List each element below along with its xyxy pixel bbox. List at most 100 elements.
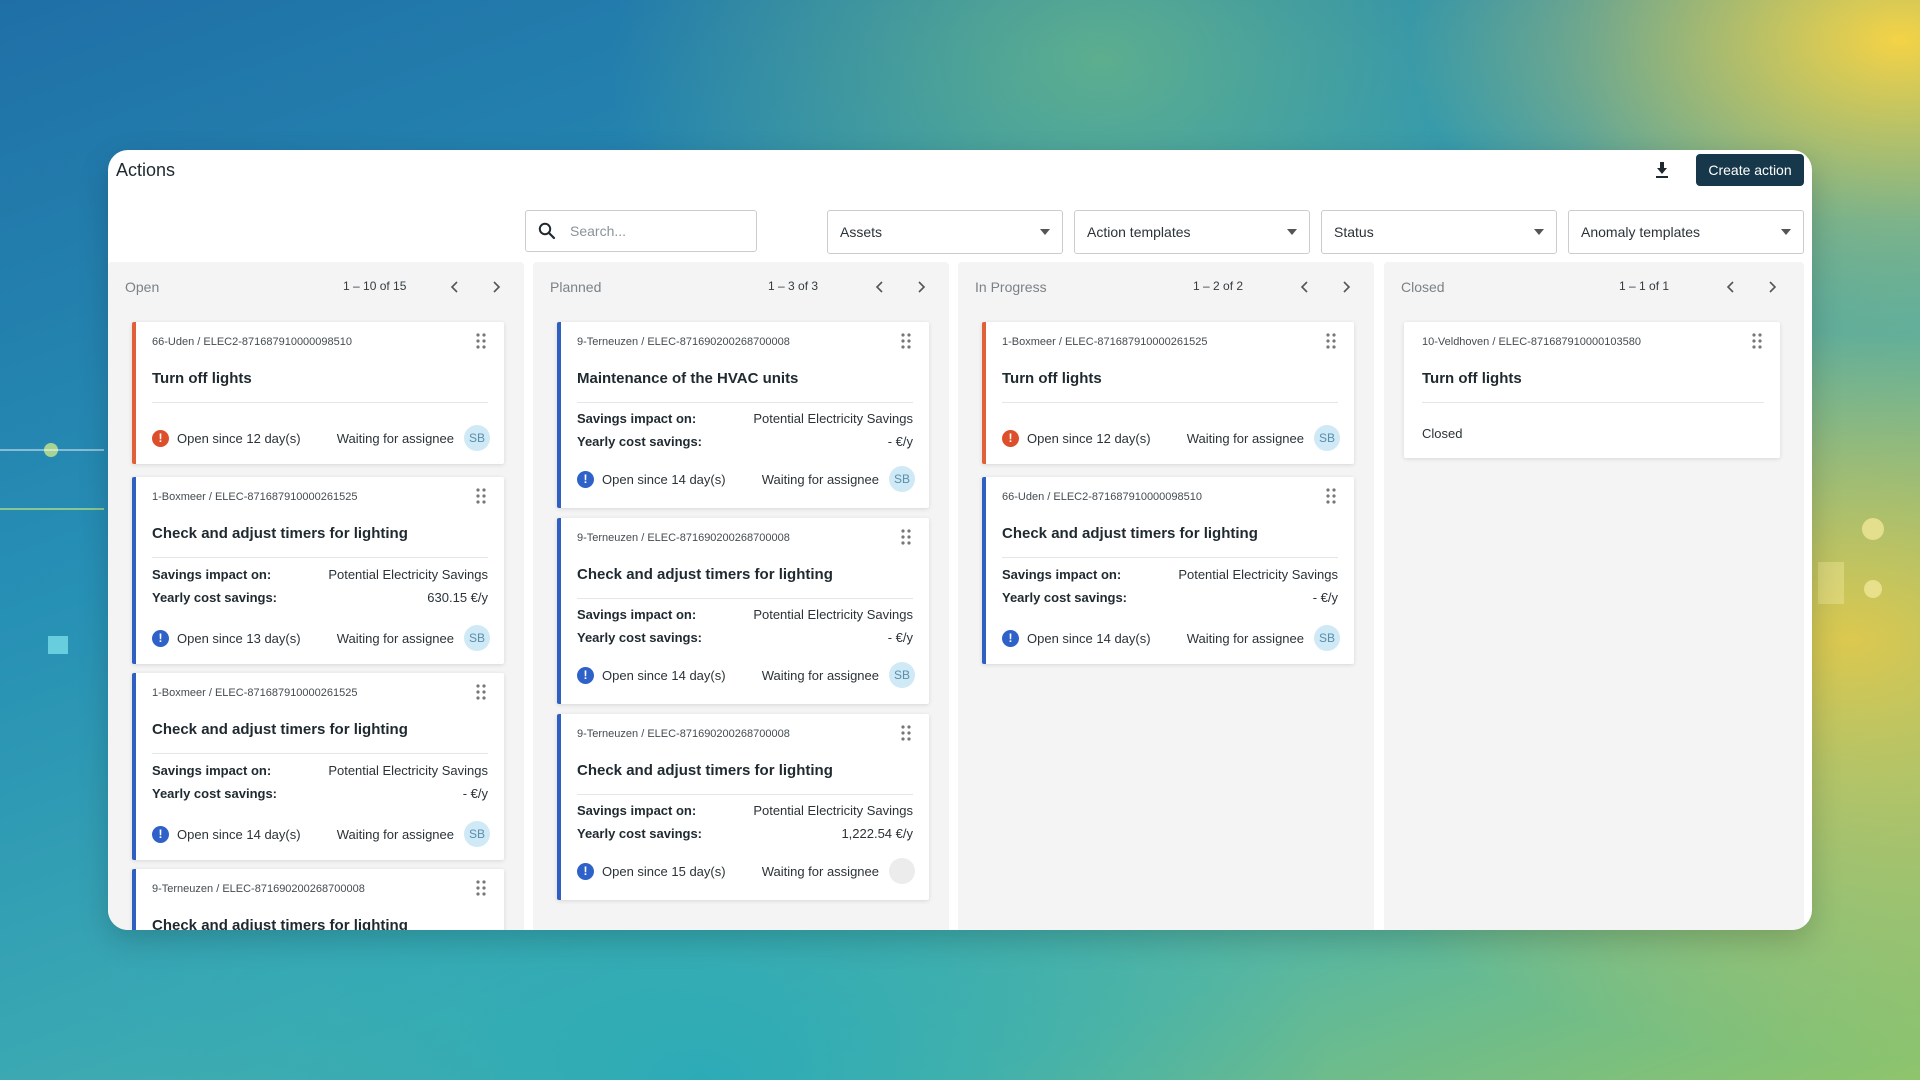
assets-dropdown-label: Assets bbox=[840, 224, 883, 240]
savings-value: Potential Electricity Savings bbox=[753, 803, 913, 818]
prev-page-button[interactable] bbox=[443, 276, 465, 298]
divider bbox=[1422, 402, 1764, 403]
divider bbox=[577, 598, 913, 599]
action-templates-dropdown[interactable]: Action templates bbox=[1074, 210, 1310, 254]
assignee-avatar[interactable]: SB bbox=[889, 466, 915, 492]
alert-icon: ! bbox=[152, 429, 169, 447]
actions-panel: Actions Create action Assets Action temp… bbox=[108, 150, 1812, 930]
action-card[interactable]: 9-Terneuzen / ELEC-871690200268700008 Ma… bbox=[557, 322, 929, 508]
card-title: Maintenance of the HVAC units bbox=[577, 370, 799, 387]
card-path: 66-Uden / ELEC2-871687910000098510 bbox=[152, 336, 352, 348]
yearly-label: Yearly cost savings: bbox=[1002, 590, 1128, 605]
assignee-avatar[interactable]: SB bbox=[464, 425, 490, 451]
drag-handle-icon[interactable] bbox=[474, 487, 488, 505]
status-dropdown-label: Status bbox=[1334, 224, 1374, 240]
prev-page-button[interactable] bbox=[868, 276, 890, 298]
yearly-row: Yearly cost savings: 630.15 €/y bbox=[152, 590, 488, 605]
next-page-button[interactable] bbox=[486, 276, 508, 298]
savings-label: Savings impact on: bbox=[1002, 567, 1122, 582]
drag-handle-icon[interactable] bbox=[474, 332, 488, 350]
yearly-label: Yearly cost savings: bbox=[577, 630, 703, 645]
action-card[interactable]: 9-Terneuzen / ELEC-871690200268700008 Ch… bbox=[557, 518, 929, 704]
yearly-value: - €/y bbox=[1312, 590, 1338, 605]
column-title: Planned bbox=[550, 279, 602, 295]
chevron-down-icon bbox=[1287, 229, 1297, 235]
card-title: Check and adjust timers for lighting bbox=[577, 762, 833, 779]
background-dot bbox=[1862, 518, 1884, 540]
action-card[interactable]: 1-Boxmeer / ELEC-871687910000261525 Chec… bbox=[132, 477, 504, 664]
divider bbox=[1002, 402, 1338, 403]
create-action-button[interactable]: Create action bbox=[1696, 154, 1804, 186]
drag-handle-icon[interactable] bbox=[474, 879, 488, 897]
alert-icon: ! bbox=[577, 470, 594, 488]
chevron-left-icon bbox=[875, 281, 883, 293]
waiting-status: Waiting for assignee bbox=[336, 630, 454, 646]
yearly-value: - €/y bbox=[462, 786, 488, 801]
drag-handle-icon[interactable] bbox=[899, 724, 913, 742]
column-header: Open 1 – 10 of 15 bbox=[108, 262, 524, 310]
assignee-avatar[interactable]: SB bbox=[1314, 425, 1340, 451]
next-page-button[interactable] bbox=[1762, 276, 1784, 298]
action-card[interactable]: 10-Veldhoven / ELEC-871687910000103580 T… bbox=[1404, 322, 1780, 458]
assignee-avatar[interactable]: SB bbox=[464, 625, 490, 651]
card-footer: ! Open since 12 day(s) Waiting for assig… bbox=[152, 425, 490, 451]
savings-value: Potential Electricity Savings bbox=[328, 567, 488, 582]
action-templates-dropdown-label: Action templates bbox=[1087, 224, 1191, 240]
card-path: 9-Terneuzen / ELEC-871690200268700008 bbox=[152, 883, 365, 895]
pagination-range: 1 – 10 of 15 bbox=[343, 279, 407, 293]
card-title: Check and adjust timers for lighting bbox=[577, 566, 833, 583]
drag-handle-icon[interactable] bbox=[899, 332, 913, 350]
card-title: Check and adjust timers for lighting bbox=[152, 721, 408, 738]
drag-handle-icon[interactable] bbox=[1324, 332, 1338, 350]
assignee-avatar[interactable]: SB bbox=[889, 662, 915, 688]
action-card[interactable]: 9-Terneuzen / ELEC-871690200268700008 Ch… bbox=[132, 869, 504, 930]
next-page-button[interactable] bbox=[1336, 276, 1358, 298]
chevron-right-icon bbox=[493, 281, 501, 293]
card-path: 1-Boxmeer / ELEC-871687910000261525 bbox=[1002, 336, 1208, 348]
assignee-avatar[interactable]: SB bbox=[464, 821, 490, 847]
card-path: 9-Terneuzen / ELEC-871690200268700008 bbox=[577, 532, 790, 544]
column-closed: Closed 1 – 1 of 1 10-Veldhoven / ELEC-87… bbox=[1384, 262, 1804, 930]
action-card[interactable]: 66-Uden / ELEC2-871687910000098510 Check… bbox=[982, 477, 1354, 664]
status-dropdown[interactable]: Status bbox=[1321, 210, 1557, 254]
card-title: Check and adjust timers for lighting bbox=[152, 525, 408, 542]
action-card[interactable]: 66-Uden / ELEC2-871687910000098510 Turn … bbox=[132, 322, 504, 464]
action-card[interactable]: 1-Boxmeer / ELEC-871687910000261525 Turn… bbox=[982, 322, 1354, 464]
open-since: Open since 13 day(s) bbox=[177, 630, 301, 646]
download-button[interactable] bbox=[1648, 156, 1676, 184]
savings-value: Potential Electricity Savings bbox=[753, 411, 913, 426]
assignee-avatar[interactable] bbox=[889, 858, 915, 884]
drag-handle-icon[interactable] bbox=[1324, 487, 1338, 505]
next-page-button[interactable] bbox=[911, 276, 933, 298]
alert-icon: ! bbox=[577, 666, 594, 684]
top-bar: Actions Create action bbox=[108, 150, 1812, 190]
waiting-status: Waiting for assignee bbox=[761, 471, 879, 487]
column-planned: Planned 1 – 3 of 3 9-Terneuzen / ELEC-87… bbox=[533, 262, 949, 930]
drag-handle-icon[interactable] bbox=[474, 683, 488, 701]
assignee-avatar[interactable]: SB bbox=[1314, 625, 1340, 651]
drag-handle-icon[interactable] bbox=[1750, 332, 1764, 350]
yearly-label: Yearly cost savings: bbox=[152, 786, 278, 801]
background-square bbox=[48, 636, 68, 654]
chevron-right-icon bbox=[1769, 281, 1777, 293]
search-box[interactable] bbox=[525, 210, 757, 252]
yearly-label: Yearly cost savings: bbox=[577, 434, 703, 449]
drag-handle-icon[interactable] bbox=[899, 528, 913, 546]
column-header: In Progress 1 – 2 of 2 bbox=[958, 262, 1374, 310]
background-line bbox=[0, 508, 104, 510]
open-since: Open since 15 day(s) bbox=[602, 863, 726, 879]
savings-label: Savings impact on: bbox=[577, 803, 697, 818]
yearly-row: Yearly cost savings: - €/y bbox=[577, 434, 913, 449]
column-in-progress: In Progress 1 – 2 of 2 1-Boxmeer / ELEC-… bbox=[958, 262, 1374, 930]
waiting-status: Waiting for assignee bbox=[1186, 430, 1304, 446]
prev-page-button[interactable] bbox=[1719, 276, 1741, 298]
yearly-row: Yearly cost savings: - €/y bbox=[1002, 590, 1338, 605]
assets-dropdown[interactable]: Assets bbox=[827, 210, 1063, 254]
prev-page-button[interactable] bbox=[1293, 276, 1315, 298]
anomaly-templates-dropdown[interactable]: Anomaly templates bbox=[1568, 210, 1804, 254]
search-input[interactable] bbox=[568, 222, 742, 240]
action-card[interactable]: 9-Terneuzen / ELEC-871690200268700008 Ch… bbox=[557, 714, 929, 900]
open-since: Open since 12 day(s) bbox=[177, 430, 301, 446]
divider bbox=[152, 402, 488, 403]
action-card[interactable]: 1-Boxmeer / ELEC-871687910000261525 Chec… bbox=[132, 673, 504, 860]
